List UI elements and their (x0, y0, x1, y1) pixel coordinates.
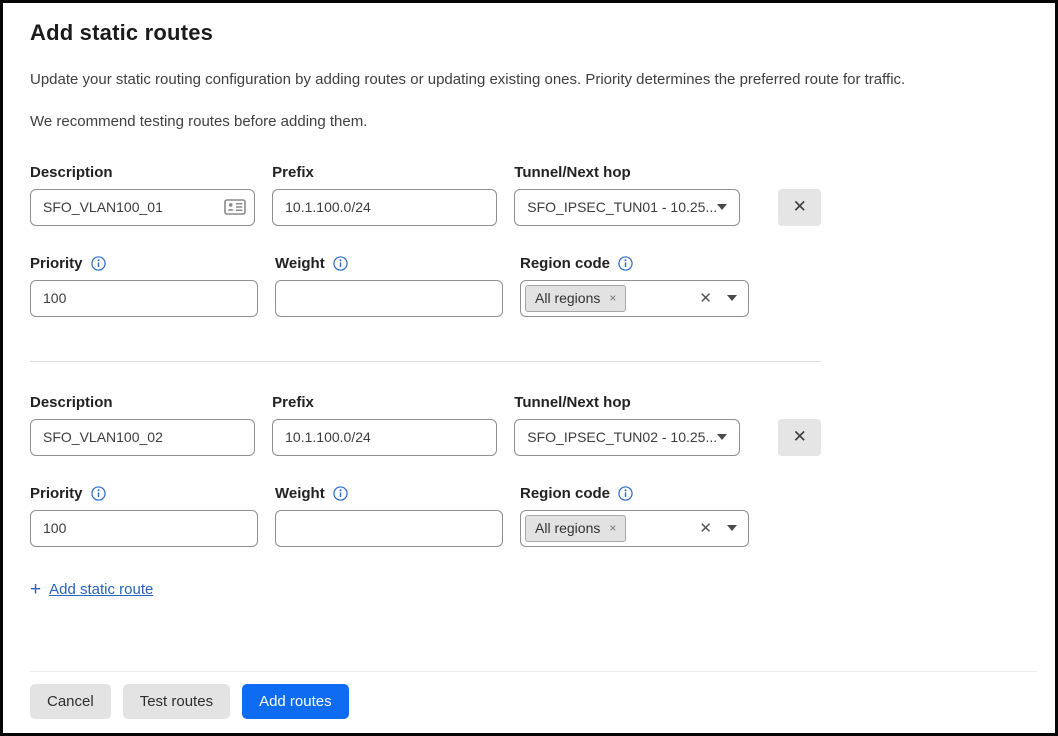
description-input-1[interactable] (30, 189, 255, 226)
add-routes-button[interactable]: Add routes (242, 684, 349, 719)
weight-field-1: Weight (275, 255, 503, 317)
dialog-footer: Cancel Test routes Add routes (30, 671, 1037, 733)
close-icon: ✕ (793, 197, 807, 217)
chevron-down-icon (727, 295, 737, 301)
region-tag-label: All regions (535, 520, 600, 536)
chevron-down-icon (717, 434, 727, 440)
tunnel-label: Tunnel/Next hop (514, 164, 740, 181)
remove-tag-icon[interactable]: × (609, 291, 616, 305)
info-icon[interactable] (91, 486, 106, 501)
tunnel-select-2[interactable]: SFO_IPSEC_TUN02 - 10.25... (514, 419, 740, 456)
tunnel-selected-value: SFO_IPSEC_TUN02 - 10.25... (527, 429, 717, 445)
description-field-2: Description (30, 394, 255, 456)
tunnel-selected-value: SFO_IPSEC_TUN01 - 10.25... (527, 199, 717, 215)
route-section-2: Description Prefix Tunnel/Next hop SFO_I… (30, 391, 821, 547)
page-title: Add static routes (30, 20, 1037, 46)
routes-form: Description (30, 161, 821, 599)
add-static-route-row: + Add static route (30, 580, 821, 599)
info-icon[interactable] (333, 256, 348, 271)
cancel-button[interactable]: Cancel (30, 684, 111, 719)
tunnel-field-1: Tunnel/Next hop SFO_IPSEC_TUN01 - 10.25.… (514, 164, 740, 226)
region-tag: All regions × (525, 515, 626, 542)
region-label: Region code (520, 255, 610, 272)
region-tag-label: All regions (535, 290, 600, 306)
region-multiselect-1[interactable]: All regions × ✕ (520, 280, 749, 317)
clear-selection-icon[interactable]: ✕ (699, 519, 712, 537)
priority-input-2[interactable] (30, 510, 258, 547)
description-input-2[interactable] (30, 419, 255, 456)
prefix-label: Prefix (272, 394, 497, 411)
priority-label: Priority (30, 255, 83, 272)
weight-label: Weight (275, 255, 325, 272)
chevron-down-icon (717, 204, 727, 210)
chevron-down-icon (727, 525, 737, 531)
description-field-1: Description (30, 164, 255, 226)
info-icon[interactable] (91, 256, 106, 271)
priority-field-1: Priority (30, 255, 258, 317)
contact-card-icon[interactable] (224, 199, 246, 216)
priority-label: Priority (30, 485, 83, 502)
weight-input-1[interactable] (275, 280, 503, 317)
tunnel-select-1[interactable]: SFO_IPSEC_TUN01 - 10.25... (514, 189, 740, 226)
prefix-input-1[interactable] (272, 189, 497, 226)
weight-field-2: Weight (275, 485, 503, 547)
delete-route-button-2[interactable]: ✕ (778, 419, 821, 456)
delete-route-button-1[interactable]: ✕ (778, 189, 821, 226)
plus-icon: + (30, 580, 41, 599)
info-icon[interactable] (618, 256, 633, 271)
test-routes-button[interactable]: Test routes (123, 684, 230, 719)
intro-text-2: We recommend testing routes before addin… (30, 112, 1037, 132)
tunnel-label: Tunnel/Next hop (514, 394, 740, 411)
region-label: Region code (520, 485, 610, 502)
description-label: Description (30, 394, 255, 411)
info-icon[interactable] (333, 486, 348, 501)
region-field-2: Region code All regions × (520, 485, 749, 547)
region-multiselect-2[interactable]: All regions × ✕ (520, 510, 749, 547)
add-static-routes-dialog: Add static routes Update your static rou… (0, 0, 1058, 736)
weight-input-2[interactable] (275, 510, 503, 547)
remove-tag-icon[interactable]: × (609, 521, 616, 535)
prefix-field-2: Prefix (272, 394, 497, 456)
clear-selection-icon[interactable]: ✕ (699, 289, 712, 307)
priority-field-2: Priority (30, 485, 258, 547)
add-static-route-link[interactable]: Add static route (49, 581, 153, 598)
dialog-content: Add static routes Update your static rou… (3, 3, 1055, 671)
description-label: Description (30, 164, 255, 181)
info-icon[interactable] (618, 486, 633, 501)
region-field-1: Region code All regions × (520, 255, 749, 317)
prefix-label: Prefix (272, 164, 497, 181)
priority-input-1[interactable] (30, 280, 258, 317)
tunnel-field-2: Tunnel/Next hop SFO_IPSEC_TUN02 - 10.25.… (514, 394, 740, 456)
weight-label: Weight (275, 485, 325, 502)
close-icon: ✕ (793, 427, 807, 447)
route-section-1: Description (30, 161, 821, 317)
region-tag: All regions × (525, 285, 626, 312)
prefix-input-2[interactable] (272, 419, 497, 456)
intro-text-1: Update your static routing configuration… (30, 70, 1037, 90)
prefix-field-1: Prefix (272, 164, 497, 226)
section-divider (30, 361, 821, 362)
